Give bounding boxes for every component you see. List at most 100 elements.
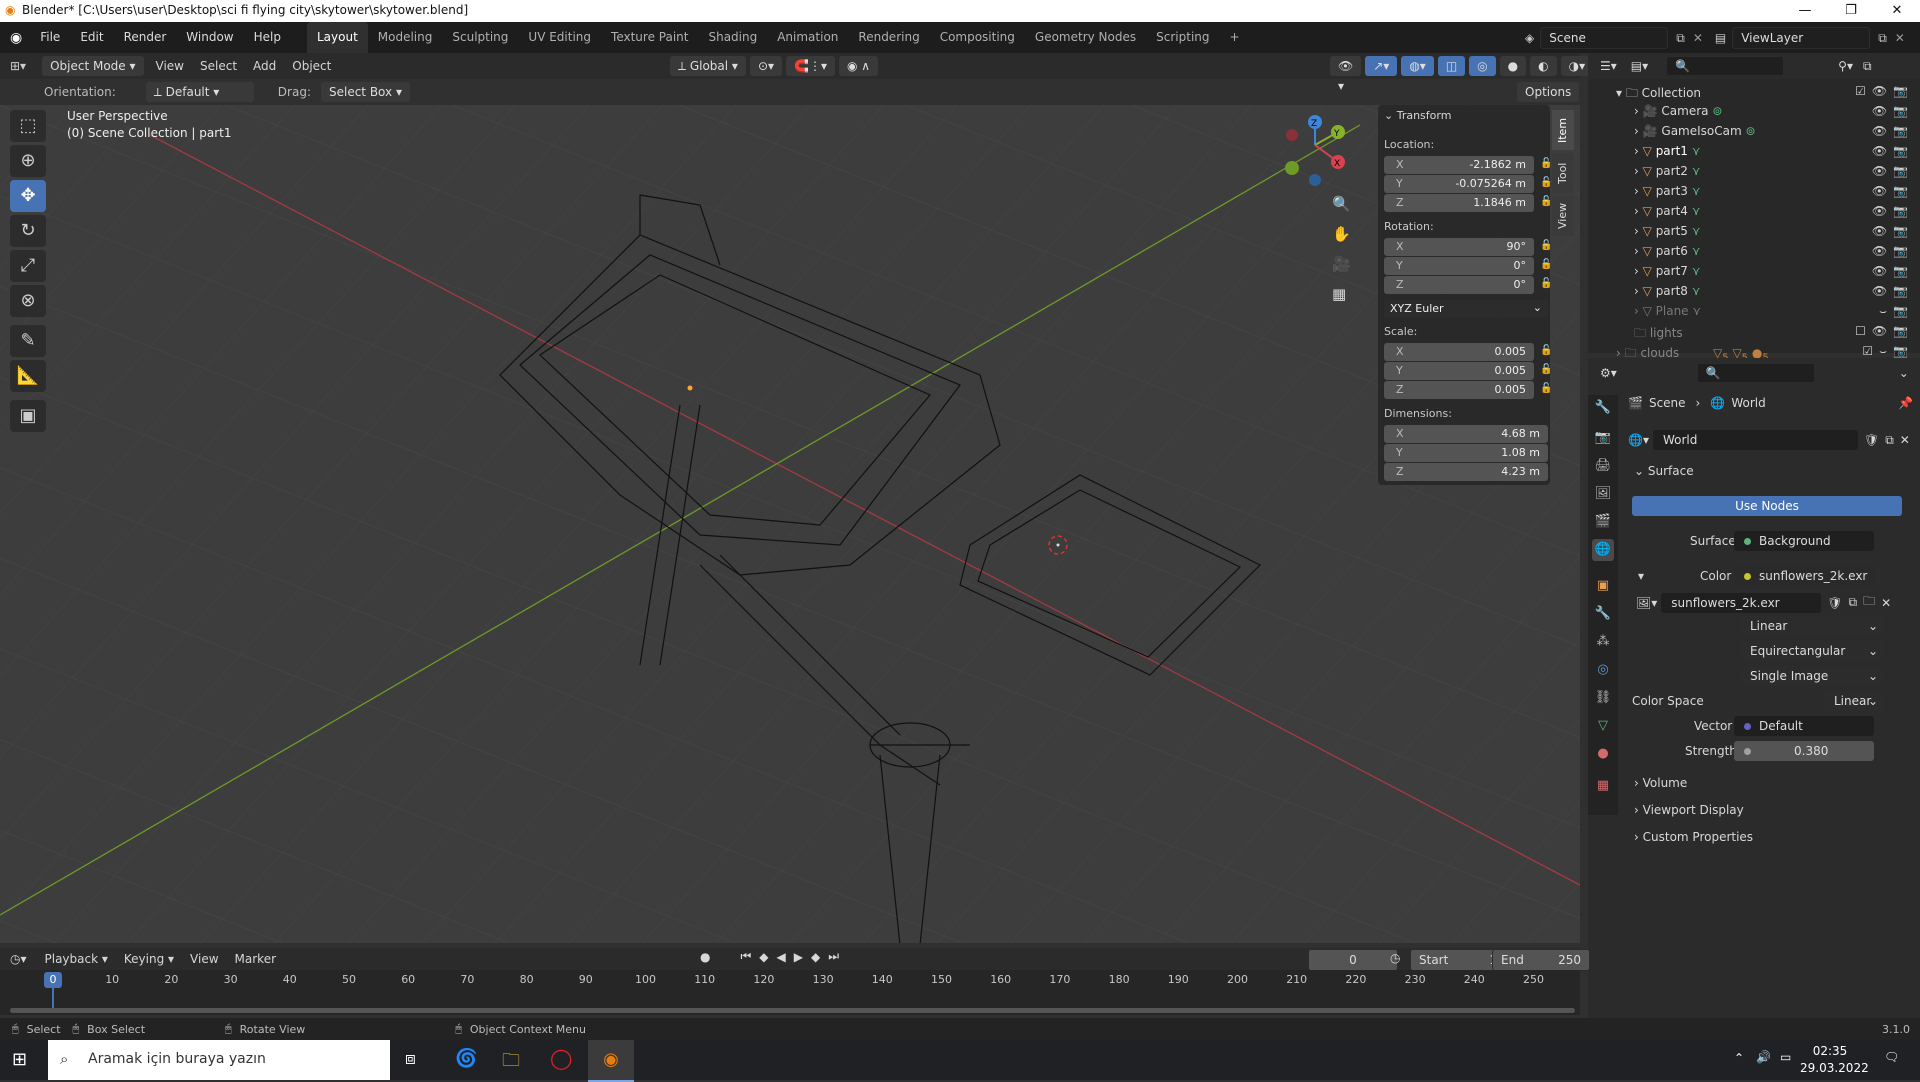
jump-end-icon[interactable]: ⏭ [828,949,839,964]
texture-tab-icon[interactable]: ▦ [1592,775,1614,797]
tab-animation[interactable]: Animation [767,22,848,53]
menu-playback[interactable]: Playback ▾ [37,946,116,972]
volume-section-header[interactable]: › Volume [1634,776,1687,790]
dimensions-x-field[interactable]: X 4.68 m [1384,425,1548,443]
tab-layout[interactable]: Layout [306,22,368,53]
scene-tab-icon[interactable]: 🎬 [1592,511,1614,533]
lock-icon[interactable]: 🔓 [1540,177,1552,188]
menu-select[interactable]: Select [192,53,245,79]
outliner-item-part1[interactable]: › ▽ part1 ⋎ 👁📷 [1588,141,1920,161]
menu-edit[interactable]: Edit [70,22,113,53]
transform-tool-icon[interactable]: ⊗ [10,285,46,317]
outliner-item-part7[interactable]: › ▽ part7 ⋎ 👁📷 [1588,261,1920,281]
color-expand-icon[interactable]: ▾ [1638,569,1644,583]
annotate-tool-icon[interactable]: ✎ [10,325,46,357]
fake-user-icon[interactable]: 🛡 [1864,433,1879,447]
outliner-item-plane[interactable]: › ▽ Plane ⋎ ⌣📷 [1588,301,1920,321]
menu-add[interactable]: Add [245,53,284,79]
select-tool-icon[interactable]: ⬚ [10,110,46,142]
world-tab-icon[interactable]: 🌐 [1592,539,1614,561]
visibility-icon[interactable]: 👁▾ [1330,56,1362,93]
location-z-field[interactable]: Z 1.1846 m [1384,194,1534,212]
transform-orientation-dropdown[interactable]: ⟂ Global ▾ [670,56,746,76]
lock-icon[interactable]: 🔓 [1540,278,1552,289]
new-scene-icon[interactable]: ⧉ [1676,31,1685,46]
viewlayer-icon[interactable]: ▤ [1715,31,1726,45]
fake-user-icon[interactable]: 🛡 [1827,596,1842,610]
modifier-tab-icon[interactable]: 🔧 [1592,603,1614,625]
transform-panel-title[interactable]: ⌄ Transform [1384,109,1451,122]
properties-search-input[interactable]: 🔍 [1696,363,1815,383]
tab-scripting[interactable]: Scripting [1146,22,1219,53]
outliner-item-part3[interactable]: › ▽ part3 ⋎ 👁📷 [1588,181,1920,201]
image-name-field[interactable]: sunflowers_2k.exr [1661,592,1822,613]
menu-timeline-view[interactable]: View [182,946,226,972]
tab-compositing[interactable]: Compositing [930,22,1025,53]
menu-keying[interactable]: Keying ▾ [116,946,182,972]
unlink-world-icon[interactable]: ✕ [1900,433,1910,447]
tab-uv-editing[interactable]: UV Editing [518,22,601,53]
physics-tab-icon[interactable]: ◎ [1592,659,1614,681]
outliner-item-gameisocam[interactable]: › 🎥 GameIsoCam ⊚ 👁📷 [1588,121,1920,141]
cursor-tool-icon[interactable]: ⊕ [10,145,46,177]
source-dropdown[interactable]: Single Image ⌄ [1740,666,1884,686]
blender-taskbar-icon[interactable]: ◉ [588,1040,634,1082]
app-icon-1[interactable]: 🌀 [455,1048,477,1069]
properties-options-icon[interactable]: ⌄ [1899,366,1909,380]
outliner-item-part4[interactable]: › ▽ part4 ⋎ 👁📷 [1588,201,1920,221]
strength-field[interactable]: 0.380 [1734,741,1874,761]
maximize-button[interactable]: ❐ [1828,0,1874,22]
scene-icon[interactable]: ◈ [1525,31,1534,45]
notifications-icon[interactable]: 🗨 [1884,1050,1899,1064]
next-keyframe-icon[interactable]: ◆ [811,950,820,964]
tab-item[interactable]: Item [1552,110,1574,150]
tab-texture-paint[interactable]: Texture Paint [601,22,698,53]
lock-icon[interactable]: 🔓 [1540,364,1552,375]
use-nodes-button[interactable]: Use Nodes [1632,496,1902,516]
render-tab-icon[interactable]: 📷 [1592,427,1614,449]
menu-window[interactable]: Window [176,22,243,53]
record-icon[interactable]: ● [700,950,710,964]
dimensions-z-field[interactable]: Z 4.23 m [1384,463,1548,481]
surface-section-header[interactable]: ⌄ Surface [1634,464,1694,478]
lock-icon[interactable]: 🔓 [1540,158,1552,169]
snap-icon[interactable]: 🧲⋮▾ [786,56,835,76]
new-viewlayer-icon[interactable]: ⧉ [1878,31,1887,46]
tab-geometry-nodes[interactable]: Geometry Nodes [1025,22,1146,53]
pin-icon[interactable]: 📌 [1898,396,1913,410]
material-tab-icon[interactable]: ● [1592,743,1614,765]
scale-x-field[interactable]: X 0.005 [1384,343,1534,361]
ortho-toggle-icon[interactable]: ▦ [1332,285,1346,303]
play-icon[interactable]: ▶ [794,950,803,964]
image-browse-icon[interactable]: 🖼▾ [1636,596,1657,610]
rotation-x-field[interactable]: X 90° [1384,238,1534,256]
tab-modeling[interactable]: Modeling [368,22,443,53]
lock-icon[interactable]: 🔓 [1540,240,1552,251]
particles-tab-icon[interactable]: ⁂ [1592,631,1614,653]
volume-icon[interactable]: 🔊 [1756,1050,1771,1064]
scale-y-field[interactable]: Y 0.005 [1384,362,1534,380]
collection-row[interactable]: ▾ 🗀 Collection ☑👁📷 [1588,81,1920,101]
scale-z-field[interactable]: Z 0.005 [1384,381,1534,399]
rotation-mode-dropdown[interactable]: XYZ Euler ⌄ [1384,300,1548,318]
clock-time[interactable]: 02:35 [1800,1044,1860,1058]
close-button[interactable]: ✕ [1874,0,1920,22]
3d-viewport[interactable]: User Perspective (0) Scene Collection | … [0,105,1580,943]
material-shading-icon[interactable]: ◐ [1530,56,1557,76]
menu-render[interactable]: Render [114,22,177,53]
windows-start-icon[interactable]: ⊞ [12,1049,27,1070]
editor-type-icon[interactable]: ⊞▾ [0,59,36,73]
menu-file[interactable]: File [30,22,70,53]
tab-view[interactable]: View [1552,196,1574,236]
duplicate-image-icon[interactable]: ⧉ [1849,595,1858,610]
prev-keyframe-icon[interactable]: ◆ [759,950,768,964]
minimize-button[interactable]: — [1782,0,1828,22]
object-tab-icon[interactable]: ▣ [1592,575,1614,597]
color-space-dropdown[interactable]: Linear ⌄ [1824,691,1884,711]
display-mode-icon[interactable]: ▤▾ [1631,59,1648,73]
navigation-gizmo[interactable]: Z Y X [1270,110,1360,190]
color-node-field[interactable]: sunflowers_2k.exr [1734,566,1874,586]
xray-toggle-icon[interactable]: ◫ [1437,56,1466,76]
viewlayer-field[interactable]: ViewLayer [1732,27,1871,49]
menu-view[interactable]: View [148,53,192,79]
